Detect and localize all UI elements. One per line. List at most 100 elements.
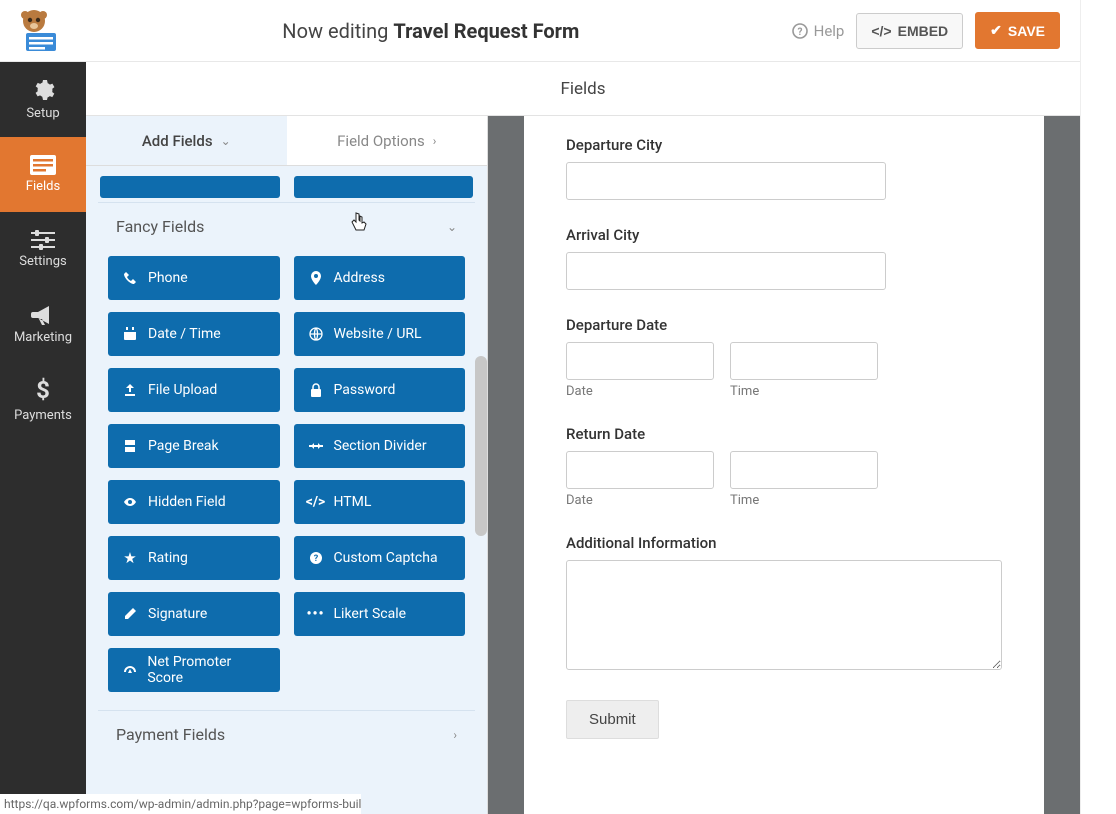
rail-fields[interactable]: Fields: [0, 137, 86, 212]
label: Additional Information: [566, 534, 1002, 552]
field-type-address[interactable]: Address: [294, 256, 466, 300]
sidebar-tabs: Add Fields ⌄ Field Options ›: [86, 116, 487, 166]
chevron-right-icon: ›: [453, 728, 457, 742]
topbar: Now editing Travel Request Form ? Help <…: [0, 0, 1116, 62]
field-type-label: Section Divider: [334, 438, 427, 454]
pagebreak-icon: [122, 439, 138, 453]
pin-icon: [308, 271, 324, 285]
help-label: Help: [814, 22, 845, 40]
additional-info-textarea[interactable]: [566, 560, 1002, 670]
calendar-icon: [122, 327, 138, 341]
rail-label: Settings: [19, 254, 66, 269]
field-type-likert-scale[interactable]: ••• Likert Scale: [294, 592, 466, 636]
star-icon: ★: [122, 549, 138, 567]
field-type-html[interactable]: </>HTML: [294, 480, 466, 524]
submit-button[interactable]: Submit: [566, 700, 659, 739]
rail-label: Setup: [26, 106, 59, 121]
field-type-password[interactable]: Password: [294, 368, 466, 412]
field-type-label: Password: [334, 382, 396, 398]
embed-button[interactable]: </> EMBED: [856, 13, 963, 49]
field-type-hidden-field[interactable]: Hidden Field: [108, 480, 280, 524]
rail-label: Marketing: [14, 330, 72, 345]
group-fancy-fields[interactable]: Fancy Fields ⌄: [98, 202, 475, 250]
collapsed-group-stub: [100, 176, 473, 192]
departure-city-input[interactable]: [566, 162, 886, 200]
field-type-website-url[interactable]: Website / URL: [294, 312, 466, 356]
rail-settings[interactable]: Settings: [0, 212, 86, 287]
field-type-label: Date / Time: [148, 326, 221, 342]
cursor-pointer-icon: [350, 211, 368, 233]
chevron-right-icon: ›: [433, 134, 437, 148]
rail-marketing[interactable]: Marketing: [0, 287, 86, 362]
return-time-input[interactable]: [730, 451, 878, 489]
upload-icon: [122, 383, 138, 397]
topbar-actions: ? Help </> EMBED ✔ SAVE: [792, 12, 1100, 49]
save-label: SAVE: [1008, 23, 1045, 39]
field-type-signature[interactable]: Signature: [108, 592, 280, 636]
field-type-custom-captcha[interactable]: ? Custom Captcha: [294, 536, 466, 580]
time-sublabel: Time: [730, 384, 878, 399]
field-type-label: Hidden Field: [148, 494, 226, 510]
check-icon: ✔: [990, 22, 1002, 39]
field-type-label: Address: [334, 270, 385, 286]
gear-icon: [31, 78, 55, 102]
field-type-file-upload[interactable]: File Upload: [108, 368, 280, 412]
departure-time-input[interactable]: [730, 342, 878, 380]
chevron-down-icon: ⌄: [447, 220, 457, 234]
phone-icon: [122, 271, 138, 285]
departure-date-input[interactable]: [566, 342, 714, 380]
code-icon: </>: [871, 23, 891, 39]
field-departure-date[interactable]: Departure Date Date Time: [566, 316, 1002, 399]
date-sublabel: Date: [566, 384, 714, 399]
eye-slash-icon: [122, 495, 138, 509]
field-type-label: Custom Captcha: [334, 550, 438, 566]
return-date-input[interactable]: [566, 451, 714, 489]
field-type-label: Net Promoter Score: [147, 654, 265, 686]
save-button[interactable]: ✔ SAVE: [975, 12, 1060, 49]
field-additional-info[interactable]: Additional Information: [566, 534, 1002, 674]
field-type-rating[interactable]: ★ Rating: [108, 536, 280, 580]
panel-title: Fields: [86, 62, 1080, 116]
bullhorn-icon: [31, 304, 55, 326]
form-icon: [30, 155, 56, 175]
rail-setup[interactable]: Setup: [0, 62, 86, 137]
lock-icon: [308, 383, 324, 397]
right-gutter: [1080, 0, 1116, 814]
field-type-label: Signature: [148, 606, 207, 622]
field-type-label: Rating: [148, 550, 188, 566]
globe-icon: [308, 327, 324, 341]
field-arrival-city[interactable]: Arrival City: [566, 226, 1002, 290]
field-type-label: Likert Scale: [334, 606, 407, 622]
form-name: Travel Request Form: [393, 19, 579, 43]
tab-field-options[interactable]: Field Options ›: [287, 116, 488, 165]
tab-add-fields[interactable]: Add Fields ⌄: [86, 116, 287, 165]
rail-label: Fields: [26, 179, 60, 194]
help-link[interactable]: ? Help: [792, 22, 845, 40]
arrival-city-input[interactable]: [566, 252, 886, 290]
field-type-section-divider[interactable]: Section Divider: [294, 424, 466, 468]
svg-text:?: ?: [313, 554, 318, 564]
sliders-icon: [31, 230, 55, 250]
dots-icon: •••: [308, 606, 324, 622]
form-canvas: Departure City Arrival City Departure Da…: [488, 116, 1080, 814]
form-canvas-inner[interactable]: Departure City Arrival City Departure Da…: [524, 116, 1044, 814]
field-type-label: File Upload: [148, 382, 217, 398]
group-payment-fields[interactable]: Payment Fields ›: [98, 710, 475, 758]
gauge-icon: [122, 663, 137, 677]
status-bar: https://qa.wpforms.com/wp-admin/admin.ph…: [0, 794, 361, 814]
date-sublabel: Date: [566, 493, 714, 508]
rail-payments[interactable]: $ Payments: [0, 362, 86, 437]
embed-label: EMBED: [898, 23, 949, 39]
label: Departure Date: [566, 316, 1002, 334]
field-type-page-break[interactable]: Page Break: [108, 424, 280, 468]
field-type-phone[interactable]: Phone: [108, 256, 280, 300]
svg-text:?: ?: [797, 27, 802, 38]
field-departure-city[interactable]: Departure City: [566, 136, 1002, 200]
field-type-label: HTML: [334, 494, 372, 510]
scrollbar-thumb[interactable]: [475, 356, 487, 536]
chevron-down-icon: ⌄: [221, 134, 231, 148]
field-type-date-time[interactable]: Date / Time: [108, 312, 280, 356]
field-type-net-promoter-score[interactable]: Net Promoter Score: [108, 648, 280, 692]
editing-title: Now editing Travel Request Form: [70, 19, 792, 43]
field-return-date[interactable]: Return Date Date Time: [566, 425, 1002, 508]
